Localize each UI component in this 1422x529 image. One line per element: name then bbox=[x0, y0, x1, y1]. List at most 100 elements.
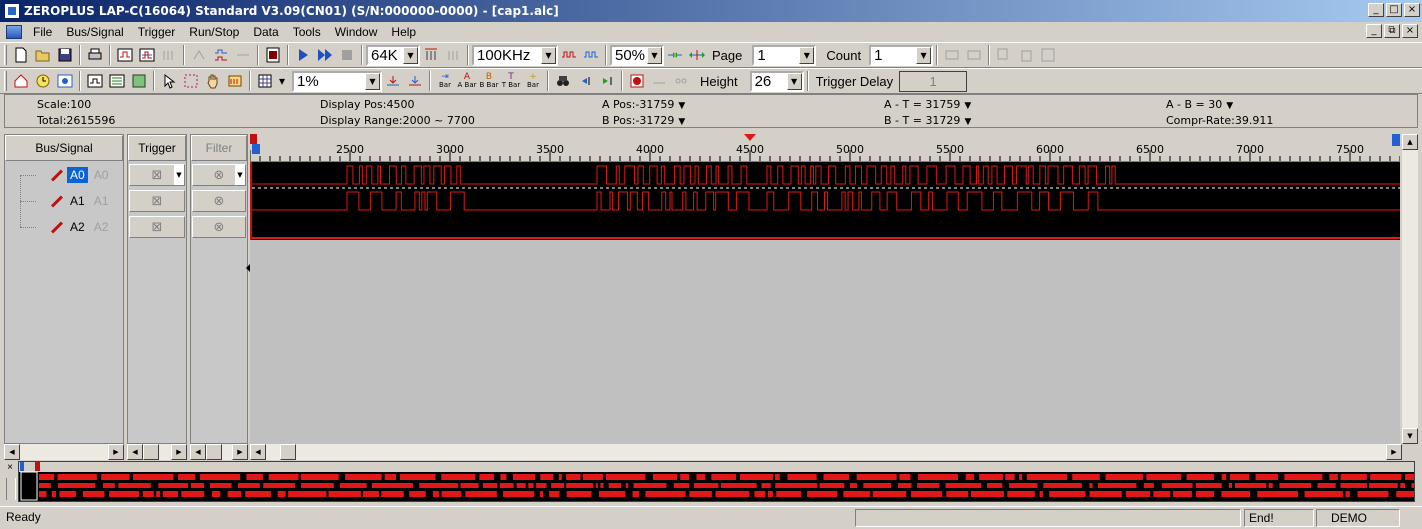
cursor-a-marker[interactable] bbox=[250, 134, 257, 144]
scroll-right-icon[interactable]: ▶ bbox=[1386, 444, 1402, 460]
mdi-minimize-button[interactable]: _ bbox=[1366, 24, 1382, 38]
chevron-down-icon[interactable]: ▼ bbox=[235, 165, 245, 185]
record-icon[interactable] bbox=[626, 70, 648, 92]
open-folder-icon[interactable] bbox=[32, 44, 54, 66]
link-icon[interactable] bbox=[670, 70, 692, 92]
menu-trigger[interactable]: Trigger bbox=[131, 25, 183, 39]
minimize-button[interactable]: _ bbox=[1368, 3, 1384, 17]
close-button[interactable]: × bbox=[1404, 3, 1420, 17]
maximize-button[interactable]: □ bbox=[1386, 3, 1402, 17]
menu-file[interactable]: File bbox=[26, 25, 59, 39]
signal-row-a1[interactable]: A1 A1 bbox=[49, 190, 108, 212]
print-icon[interactable] bbox=[84, 44, 106, 66]
filter-cell-a1[interactable]: ⊗ bbox=[192, 190, 246, 212]
menu-data[interactable]: Data bbox=[246, 25, 285, 39]
scroll-thumb[interactable] bbox=[143, 444, 159, 460]
signal-row-a0[interactable]: A0 A0 bbox=[49, 164, 108, 186]
grid-dropdown-icon[interactable]: ▾ bbox=[276, 70, 288, 92]
filter-header[interactable]: Filter bbox=[191, 135, 247, 161]
a-minus-b-info[interactable]: A - B = 30 ▼ bbox=[1166, 98, 1233, 111]
chevron-down-icon[interactable]: ▼ bbox=[799, 46, 815, 64]
filter-cell-a2[interactable]: ⊗ bbox=[192, 216, 246, 238]
waveform-empty-area[interactable] bbox=[250, 240, 1400, 444]
b-minus-t-info[interactable]: B - T = 31729 ▼ bbox=[884, 114, 971, 127]
clock-wave-blue-icon[interactable] bbox=[580, 44, 602, 66]
chevron-down-icon[interactable]: ▼ bbox=[647, 46, 662, 64]
display-mode-icon[interactable] bbox=[54, 70, 76, 92]
scroll-thumb[interactable] bbox=[206, 444, 222, 460]
pointer-icon[interactable] bbox=[158, 70, 180, 92]
trigger-cell-a1[interactable]: ⊠ bbox=[129, 190, 185, 212]
trigger-condition-icon[interactable] bbox=[210, 44, 232, 66]
chevron-down-icon[interactable]: ▼ bbox=[786, 72, 802, 90]
signal-name[interactable]: A1 bbox=[67, 193, 88, 209]
find-binoculars-icon[interactable] bbox=[552, 70, 574, 92]
scroll-down-icon[interactable]: ▼ bbox=[1402, 428, 1418, 444]
menu-bus-signal[interactable]: Bus/Signal bbox=[59, 25, 130, 39]
t-bar-icon[interactable]: TT Bar bbox=[500, 70, 522, 92]
menu-window[interactable]: Window bbox=[328, 25, 385, 39]
zoom-out-icon[interactable] bbox=[686, 44, 708, 66]
count-select[interactable]: 1 ▼ bbox=[869, 44, 934, 66]
waveform-hscrollbar[interactable]: ◀ ▶ bbox=[250, 444, 1402, 460]
find-previous-icon[interactable] bbox=[574, 70, 596, 92]
time-ruler[interactable]: 2500 3000 3500 4000 4500 5000 5500 6000 6500 7000… bbox=[250, 134, 1400, 162]
overview-cursor-marker[interactable] bbox=[20, 462, 24, 471]
waveform-window-icon[interactable] bbox=[84, 70, 106, 92]
menu-run-stop[interactable]: Run/Stop bbox=[182, 25, 246, 39]
toolbar-grip[interactable] bbox=[4, 45, 7, 65]
chevron-down-icon[interactable]: ▼ bbox=[403, 46, 418, 64]
capture-setting-icon[interactable] bbox=[262, 44, 284, 66]
zoom-select[interactable]: 1% ▼ bbox=[292, 70, 382, 92]
trigger-header[interactable]: Trigger bbox=[128, 135, 186, 161]
clock-icon[interactable] bbox=[32, 70, 54, 92]
a-minus-t-info[interactable]: A - T = 31759 ▼ bbox=[884, 98, 971, 111]
copy-icon[interactable] bbox=[993, 44, 1015, 66]
bus-setup-icon[interactable] bbox=[114, 44, 136, 66]
save-icon[interactable] bbox=[54, 44, 76, 66]
memory-marker-icon[interactable] bbox=[420, 44, 442, 66]
trigger-edit-icon[interactable] bbox=[188, 44, 210, 66]
trigger-cell-a2[interactable]: ⊠ bbox=[129, 216, 185, 238]
find-next-icon[interactable] bbox=[596, 70, 618, 92]
new-file-icon[interactable] bbox=[10, 44, 32, 66]
compare-icon[interactable] bbox=[1037, 44, 1059, 66]
signal-row-a2[interactable]: A2 A2 bbox=[49, 216, 108, 238]
waveform-display[interactable] bbox=[250, 162, 1400, 240]
sample-rate-select[interactable]: 100KHz ▼ bbox=[472, 44, 558, 66]
home-icon[interactable] bbox=[10, 70, 32, 92]
chevron-down-icon[interactable]: ▼ bbox=[916, 46, 932, 64]
hand-pan-icon[interactable] bbox=[202, 70, 224, 92]
filter-hscrollbar[interactable]: ◀ ▶ bbox=[190, 444, 248, 460]
scroll-left-icon[interactable]: ◀ bbox=[4, 444, 20, 460]
packet-icon[interactable] bbox=[648, 70, 670, 92]
paste-icon[interactable] bbox=[1015, 44, 1037, 66]
scroll-thumb[interactable] bbox=[280, 444, 296, 460]
a-pos-info[interactable]: A Pos:-31759 ▼ bbox=[602, 98, 685, 111]
trigger-cell-a0[interactable]: ⊠ ▼ bbox=[129, 164, 185, 186]
b-bar-icon[interactable]: BB Bar bbox=[478, 70, 500, 92]
clock-wave-red-icon[interactable] bbox=[558, 44, 580, 66]
chevron-down-icon[interactable]: ▼ bbox=[678, 117, 685, 127]
zoom-to-a-icon[interactable] bbox=[382, 70, 404, 92]
page-next-icon[interactable] bbox=[963, 44, 985, 66]
bar-icon[interactable]: ⇥ Bar bbox=[434, 70, 456, 92]
signal-name[interactable]: A2 bbox=[67, 219, 88, 235]
chevron-down-icon[interactable]: ▼ bbox=[541, 46, 556, 64]
group-icon[interactable] bbox=[158, 44, 180, 66]
measure-icon[interactable] bbox=[224, 70, 246, 92]
toolbar-grip[interactable] bbox=[4, 71, 7, 91]
bus-signal-header[interactable]: Bus/Signal bbox=[5, 135, 123, 161]
page-prev-icon[interactable] bbox=[941, 44, 963, 66]
scroll-left-icon[interactable]: ◀ bbox=[250, 444, 266, 460]
app-icon[interactable] bbox=[4, 3, 20, 19]
scroll-right-icon[interactable]: ▶ bbox=[232, 444, 248, 460]
run-repeat-icon[interactable] bbox=[314, 44, 336, 66]
overview-strip[interactable] bbox=[18, 461, 1415, 502]
memory-step-icon[interactable] bbox=[442, 44, 464, 66]
trigger-delay-button[interactable]: 1 bbox=[899, 70, 968, 92]
signal-name[interactable]: A0 bbox=[67, 167, 88, 183]
filter-cell-a0[interactable]: ⊗ ▼ bbox=[192, 164, 246, 186]
menu-tools[interactable]: Tools bbox=[286, 25, 328, 39]
bus-signal-hscrollbar[interactable]: ◀ ▶ bbox=[4, 444, 124, 460]
